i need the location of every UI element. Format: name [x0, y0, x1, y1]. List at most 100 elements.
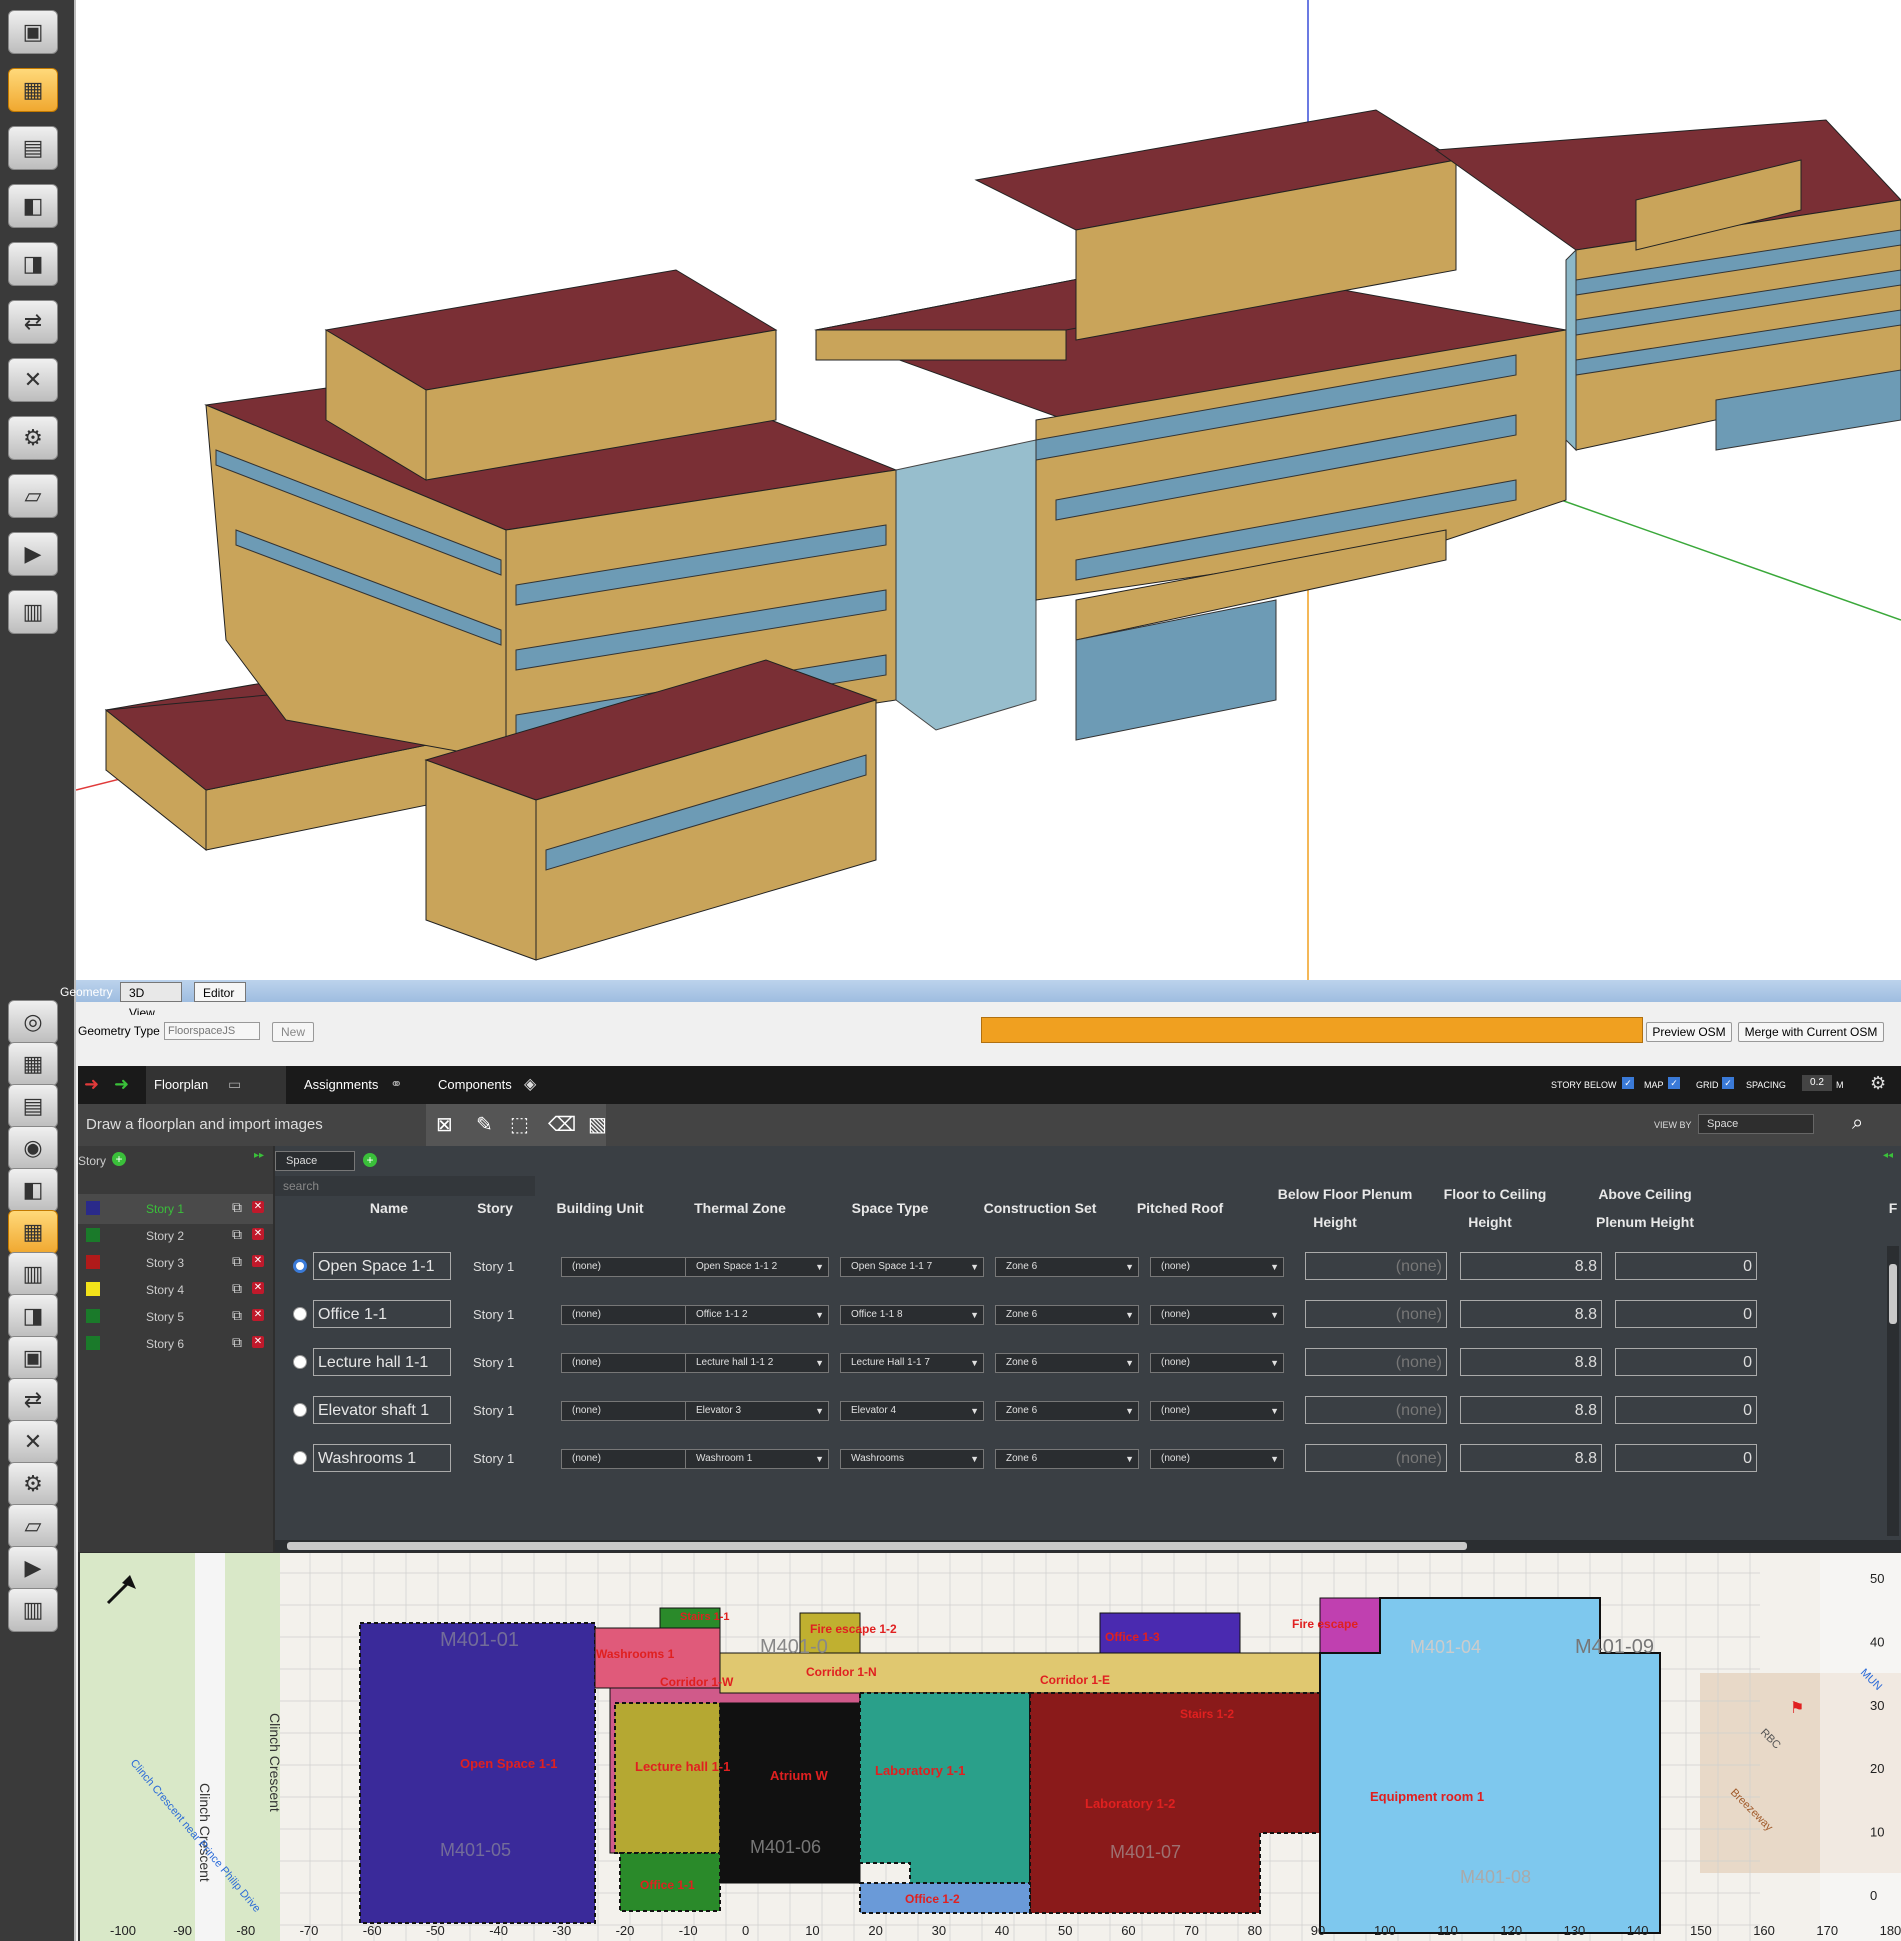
delete-icon[interactable]: ✕: [252, 1282, 264, 1294]
building-icon[interactable]: ▣: [8, 10, 58, 54]
merge-osm-button[interactable]: Merge with Current OSM: [1738, 1022, 1884, 1042]
grid-checkbox[interactable]: ✓: [1722, 1077, 1734, 1089]
story-name[interactable]: Story 1: [146, 1202, 184, 1216]
story-color-swatch[interactable]: [86, 1255, 100, 1269]
below-plenum-input[interactable]: (none): [1305, 1348, 1447, 1376]
pitched-roof-select[interactable]: (none): [1150, 1353, 1284, 1373]
run-icon[interactable]: ▶: [8, 532, 58, 576]
story-color-swatch[interactable]: [86, 1201, 100, 1215]
vscroll-thumb[interactable]: [1889, 1264, 1897, 1324]
col-thermal-zone[interactable]: Thermal Zone: [685, 1194, 795, 1222]
space-types-icon[interactable]: ◧: [8, 1168, 58, 1212]
copy-icon[interactable]: ⧉: [232, 1253, 242, 1270]
select-icon[interactable]: ⬚: [510, 1112, 529, 1137]
floorplan-icon[interactable]: ▦: [8, 68, 58, 112]
thermal-zone-select[interactable]: Open Space 1-1 2: [685, 1257, 829, 1277]
delete-icon[interactable]: ✕: [252, 1309, 264, 1321]
delete-icon[interactable]: ✕: [252, 1228, 264, 1240]
space-type-select[interactable]: Elevator 4: [840, 1401, 984, 1421]
col-floor-to-ceiling[interactable]: Floor to Ceiling: [1435, 1180, 1555, 1208]
horizontal-scrollbar[interactable]: [275, 1540, 1901, 1552]
thermal-zones-icon[interactable]: ▣: [8, 1336, 58, 1380]
above-plenum-input[interactable]: 0: [1615, 1252, 1757, 1280]
tab-editor[interactable]: Editor: [194, 982, 246, 1002]
run-icon[interactable]: ▶: [8, 1546, 58, 1590]
tab-floorplan[interactable]: Floorplan ▭: [146, 1066, 286, 1104]
thermal-zone-select[interactable]: Elevator 3: [685, 1401, 829, 1421]
story-color-swatch[interactable]: [86, 1336, 100, 1350]
pitched-roof-select[interactable]: (none): [1150, 1257, 1284, 1277]
floor-to-ceiling-input[interactable]: 8.8: [1460, 1348, 1602, 1376]
floor-to-ceiling-input[interactable]: 8.8: [1460, 1300, 1602, 1328]
loads-icon[interactable]: ◉: [8, 1126, 58, 1170]
col-space-type[interactable]: Space Type: [835, 1194, 945, 1222]
geometry-type-select[interactable]: FloorspaceJS: [164, 1022, 260, 1040]
image-icon[interactable]: ▧: [588, 1112, 607, 1137]
spaces-icon[interactable]: ◨: [8, 1294, 58, 1338]
col-story[interactable]: Story: [465, 1194, 525, 1222]
building-unit-select[interactable]: (none): [561, 1449, 697, 1469]
add-story-icon[interactable]: +: [112, 1152, 126, 1166]
schedules-icon[interactable]: ⇄: [8, 300, 58, 344]
story-name[interactable]: Story 2: [146, 1229, 184, 1243]
above-plenum-input[interactable]: 0: [1615, 1300, 1757, 1328]
row-select-radio[interactable]: [293, 1355, 307, 1369]
redo-arrow-icon[interactable]: ➜: [114, 1074, 129, 1095]
col-below-plenum[interactable]: Below Floor Plenum: [1275, 1180, 1415, 1208]
search-input[interactable]: search: [275, 1176, 535, 1196]
story-row[interactable]: Story 6 ⧉ ✕: [78, 1329, 273, 1359]
pitched-roof-select[interactable]: (none): [1150, 1449, 1284, 1469]
settings-gear-icon[interactable]: ⚙: [1870, 1073, 1886, 1094]
construction-set-select[interactable]: Zone 6: [995, 1305, 1139, 1325]
floorplan-canvas[interactable]: Open Space 1-1 Washrooms 1 Lecture hall …: [80, 1553, 1901, 1941]
table-row[interactable]: Elevator shaft 1Story 1(none)Elevator 3E…: [275, 1386, 1901, 1434]
scroll-icon[interactable]: ▱: [8, 474, 58, 518]
expand-panel-icon[interactable]: ▸▸: [254, 1150, 264, 1161]
3d-viewport[interactable]: [76, 0, 1901, 980]
output-icon[interactable]: ✕: [8, 1420, 58, 1464]
thermal-zone-select[interactable]: Office 1-1 2: [685, 1305, 829, 1325]
measures-icon[interactable]: ▱: [8, 1504, 58, 1548]
simulation-icon[interactable]: ⚙: [8, 1462, 58, 1506]
space-name-input[interactable]: Lecture hall 1-1: [313, 1348, 451, 1376]
copy-icon[interactable]: ⧉: [232, 1334, 242, 1351]
story-row[interactable]: Story 3 ⧉ ✕: [78, 1248, 273, 1278]
undo-arrow-icon[interactable]: ➜: [84, 1074, 99, 1095]
copy-icon[interactable]: ⧉: [232, 1226, 242, 1243]
story-color-swatch[interactable]: [86, 1309, 100, 1323]
draw-polygon-icon[interactable]: ✎: [476, 1112, 493, 1137]
spacing-input[interactable]: 0.2: [1802, 1075, 1832, 1091]
story-name[interactable]: Story 3: [146, 1256, 184, 1270]
space-type-select[interactable]: Open Space 1-1 7: [840, 1257, 984, 1277]
space-type-select[interactable]: Lecture Hall 1-1 7: [840, 1353, 984, 1373]
story-color-swatch[interactable]: [86, 1282, 100, 1296]
space-type-select[interactable]: Office 1-1 8: [840, 1305, 984, 1325]
add-space-icon[interactable]: +: [363, 1153, 377, 1167]
story-row[interactable]: Story 4 ⧉ ✕: [78, 1275, 273, 1305]
schedules-icon[interactable]: ▦: [8, 1042, 58, 1086]
col-above-plenum[interactable]: Above Ceiling: [1585, 1180, 1705, 1208]
measures-icon[interactable]: ✕: [8, 358, 58, 402]
tab-components[interactable]: Components ◈: [428, 1066, 558, 1104]
preview-osm-button[interactable]: Preview OSM: [1646, 1022, 1732, 1042]
space-name-input[interactable]: Washrooms 1: [313, 1444, 451, 1472]
construction-set-select[interactable]: Zone 6: [995, 1353, 1139, 1373]
globe-icon[interactable]: ◎: [8, 1000, 58, 1044]
loads-icon[interactable]: ◧: [8, 184, 58, 228]
below-plenum-input[interactable]: (none): [1305, 1300, 1447, 1328]
space-types-icon[interactable]: ◨: [8, 242, 58, 286]
delete-icon[interactable]: ✕: [252, 1255, 264, 1267]
geometry-icon[interactable]: ▦: [8, 1210, 58, 1254]
mode-select[interactable]: Space: [275, 1151, 355, 1171]
story-color-swatch[interactable]: [86, 1228, 100, 1242]
hvac-icon[interactable]: ⇄: [8, 1378, 58, 1422]
constructions-icon[interactable]: ▤: [8, 126, 58, 170]
building-unit-select[interactable]: (none): [561, 1257, 697, 1277]
col-name[interactable]: Name: [339, 1194, 439, 1222]
delete-icon[interactable]: ✕: [252, 1201, 264, 1213]
story-name[interactable]: Story 4: [146, 1283, 184, 1297]
tab-assignments[interactable]: Assignments ⚭: [294, 1066, 414, 1104]
results-icon[interactable]: ▥: [8, 1588, 58, 1632]
story-below-checkbox[interactable]: ✓: [1622, 1077, 1634, 1089]
construction-set-select[interactable]: Zone 6: [995, 1449, 1139, 1469]
